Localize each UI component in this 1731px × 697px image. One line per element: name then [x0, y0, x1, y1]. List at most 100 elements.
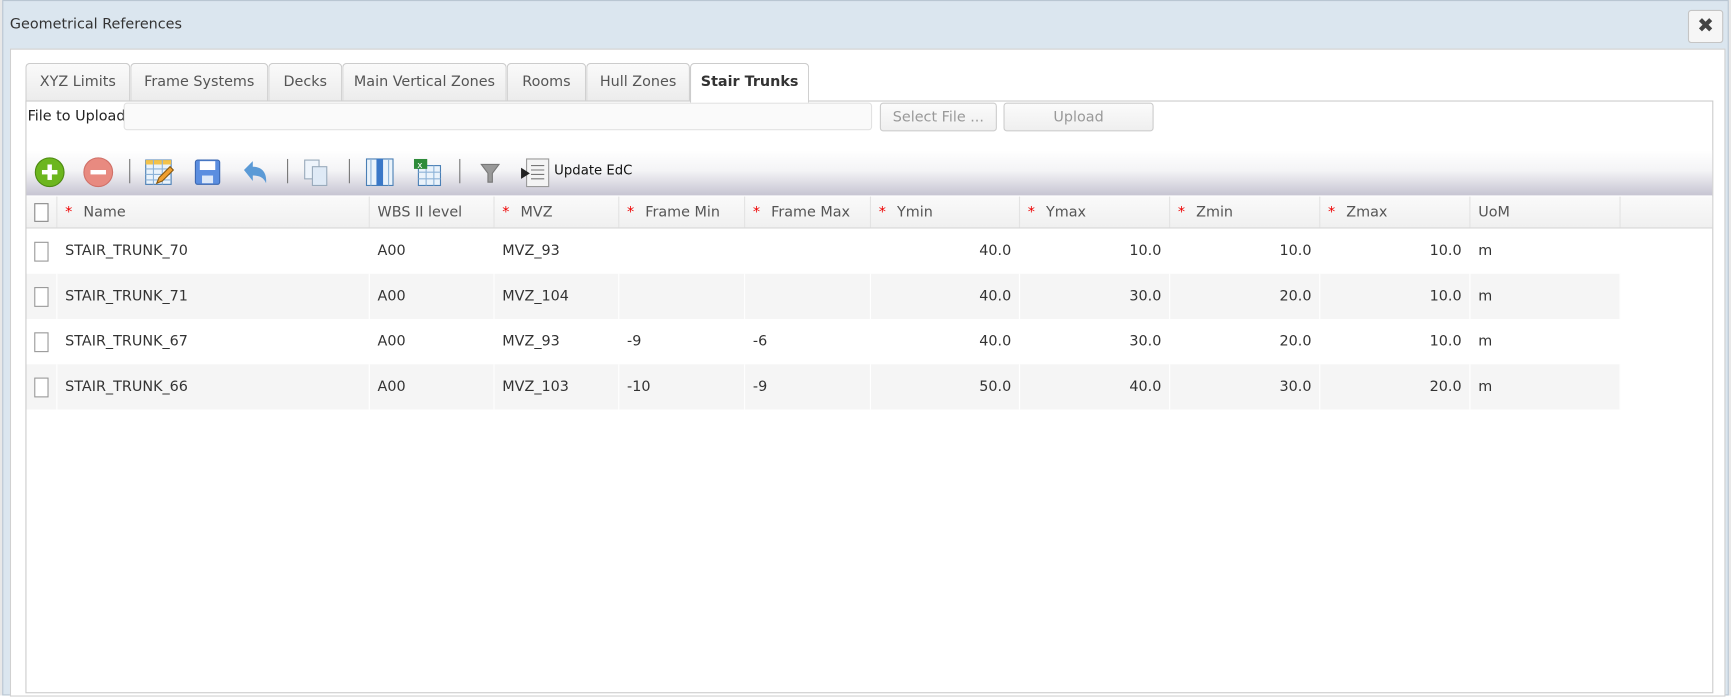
row-checkbox[interactable] — [34, 331, 49, 352]
column-header-ymax[interactable]: * Ymax — [1020, 196, 1171, 228]
file-upload-input[interactable] — [123, 102, 873, 131]
cell-ymax[interactable]: 40.0 — [1020, 364, 1171, 410]
cell-ymin[interactable]: 50.0 — [871, 364, 1021, 410]
column-header-frame-min[interactable]: * Frame Min — [619, 196, 746, 228]
cell-ymin[interactable]: 40.0 — [871, 273, 1021, 320]
row-checkbox[interactable] — [34, 241, 49, 262]
tab-rooms[interactable]: Rooms — [506, 62, 587, 101]
cell-frame-max[interactable] — [745, 273, 872, 320]
tab-stair-trunks[interactable]: Stair Trunks — [689, 62, 810, 103]
cell-ymax[interactable]: 30.0 — [1020, 273, 1171, 320]
cell-mvz[interactable]: MVZ_104 — [495, 273, 620, 320]
required-marker: * — [65, 203, 73, 221]
cell-frame-min[interactable]: -10 — [619, 364, 746, 410]
toolbar-separator — [287, 158, 289, 184]
column-header-label: Frame Max — [771, 203, 851, 221]
upload-button[interactable]: Upload — [1003, 102, 1154, 132]
toolbar-separator — [129, 158, 131, 184]
row-select-cell — [26, 273, 58, 320]
cell-zmax[interactable]: 10.0 — [1320, 319, 1471, 365]
update-edc-button[interactable]: Update EdC — [554, 162, 632, 177]
select-all-checkbox[interactable] — [34, 202, 49, 222]
row-checkbox[interactable] — [34, 376, 49, 397]
column-header-ymin[interactable]: * Ymin — [871, 196, 1021, 228]
cell-wbs-ii-level[interactable]: A00 — [370, 319, 495, 365]
column-header-frame-max[interactable]: * Frame Max — [745, 196, 872, 228]
row-select-cell — [26, 319, 58, 365]
toolbar-separator — [348, 158, 350, 184]
cell-mvz[interactable]: MVZ_93 — [495, 228, 620, 274]
copy-icon[interactable] — [300, 157, 331, 188]
tab-main-vertical-zones[interactable]: Main Vertical Zones — [342, 62, 507, 101]
cell-name[interactable]: STAIR_TRUNK_71 — [57, 273, 370, 320]
cell-zmin[interactable]: 30.0 — [1170, 364, 1321, 410]
cell-name[interactable]: STAIR_TRUNK_66 — [57, 364, 370, 410]
excel-export-icon[interactable]: x — [412, 157, 443, 188]
row-select-cell — [26, 364, 58, 410]
grid-header: * Name WBS II level * MVZ * Frame Min * Frame Ma… — [26, 196, 1713, 229]
column-header-zmin[interactable]: * Zmin — [1170, 196, 1321, 228]
cell-uom[interactable]: m — [1470, 228, 1621, 274]
cell-zmin[interactable]: 10.0 — [1170, 228, 1321, 274]
table-row[interactable]: STAIR_TRUNK_70 A00 MVZ_93 40.0 10.0 10.0 10.0 m — [26, 228, 1621, 274]
cell-ymax[interactable]: 30.0 — [1020, 319, 1171, 365]
column-header-label: Ymax — [1045, 203, 1087, 221]
title-bar[interactable]: Geometrical References ✖ — [3, 1, 1727, 48]
remove-icon[interactable] — [83, 157, 114, 188]
column-header-mvz[interactable]: * MVZ — [495, 196, 620, 228]
cell-mvz[interactable]: MVZ_103 — [495, 364, 620, 410]
undo-icon[interactable] — [240, 157, 271, 188]
update-edc-icon[interactable] — [520, 157, 551, 188]
row-checkbox[interactable] — [34, 286, 49, 307]
cell-uom[interactable]: m — [1470, 273, 1621, 320]
tab-xyz-limits[interactable]: XYZ Limits — [25, 62, 131, 101]
select-file-button[interactable]: Select File ... — [879, 102, 997, 132]
cell-uom[interactable]: m — [1470, 364, 1621, 410]
cell-wbs-ii-level[interactable]: A00 — [370, 228, 495, 274]
column-header-wbs-ii-level[interactable]: WBS II level — [370, 196, 495, 228]
cell-frame-min[interactable]: -9 — [619, 319, 746, 365]
cell-wbs-ii-level[interactable]: A00 — [370, 364, 495, 410]
stage: Geometrical References ✖ XYZ Limits Fram… — [0, 0, 1731, 697]
cell-zmax[interactable]: 10.0 — [1320, 273, 1471, 320]
stair-trunks-grid: * Name WBS II level * MVZ * Frame Min * Frame Ma… — [26, 196, 1713, 410]
geometrical-references-dialog: Geometrical References ✖ XYZ Limits Fram… — [2, 0, 1729, 697]
tab-hull-zones[interactable]: Hull Zones — [586, 62, 690, 101]
table-row[interactable]: STAIR_TRUNK_66 A00 MVZ_103 -10 -9 50.0 40.0 30.… — [26, 364, 1621, 410]
cell-ymax[interactable]: 10.0 — [1020, 228, 1171, 274]
cell-frame-max[interactable]: -6 — [745, 319, 872, 365]
column-header-uom[interactable]: UoM — [1470, 196, 1621, 228]
filter-icon[interactable] — [475, 157, 506, 188]
cell-name[interactable]: STAIR_TRUNK_70 — [57, 228, 370, 274]
svg-text:x: x — [417, 161, 422, 171]
cell-zmax[interactable]: 10.0 — [1320, 228, 1471, 274]
save-icon[interactable] — [192, 157, 223, 188]
cell-frame-max[interactable] — [745, 228, 872, 274]
cell-wbs-ii-level[interactable]: A00 — [370, 273, 495, 320]
columns-icon[interactable] — [364, 157, 395, 188]
add-icon[interactable] — [34, 157, 65, 188]
tab-decks[interactable]: Decks — [268, 62, 343, 101]
cell-ymin[interactable]: 40.0 — [871, 228, 1021, 274]
header-filler — [1621, 197, 1713, 228]
close-button[interactable]: ✖ — [1687, 9, 1724, 44]
tab-frame-systems[interactable]: Frame Systems — [130, 62, 269, 101]
table-row[interactable]: STAIR_TRUNK_67 A00 MVZ_93 -9 -6 40.0 30.0 20.0 1… — [26, 319, 1621, 365]
cell-frame-min[interactable] — [619, 273, 746, 320]
cell-ymin[interactable]: 40.0 — [871, 319, 1021, 365]
cell-zmin[interactable]: 20.0 — [1170, 273, 1321, 320]
edit-table-icon[interactable] — [144, 157, 175, 188]
cell-zmax[interactable]: 20.0 — [1320, 364, 1471, 410]
close-icon: ✖ — [1697, 14, 1714, 38]
column-header-label: UoM — [1478, 203, 1510, 221]
column-header-name[interactable]: * Name — [57, 196, 370, 228]
cell-name[interactable]: STAIR_TRUNK_67 — [57, 319, 370, 365]
cell-frame-min[interactable] — [619, 228, 746, 274]
cell-frame-max[interactable]: -9 — [745, 364, 872, 410]
cell-zmin[interactable]: 20.0 — [1170, 319, 1321, 365]
dialog-title: Geometrical References — [9, 16, 182, 34]
cell-uom[interactable]: m — [1470, 319, 1621, 365]
table-row[interactable]: STAIR_TRUNK_71 A00 MVZ_104 40.0 30.0 20.0 10.0… — [26, 273, 1621, 320]
column-header-zmax[interactable]: * Zmax — [1320, 196, 1471, 228]
cell-mvz[interactable]: MVZ_93 — [495, 319, 620, 365]
